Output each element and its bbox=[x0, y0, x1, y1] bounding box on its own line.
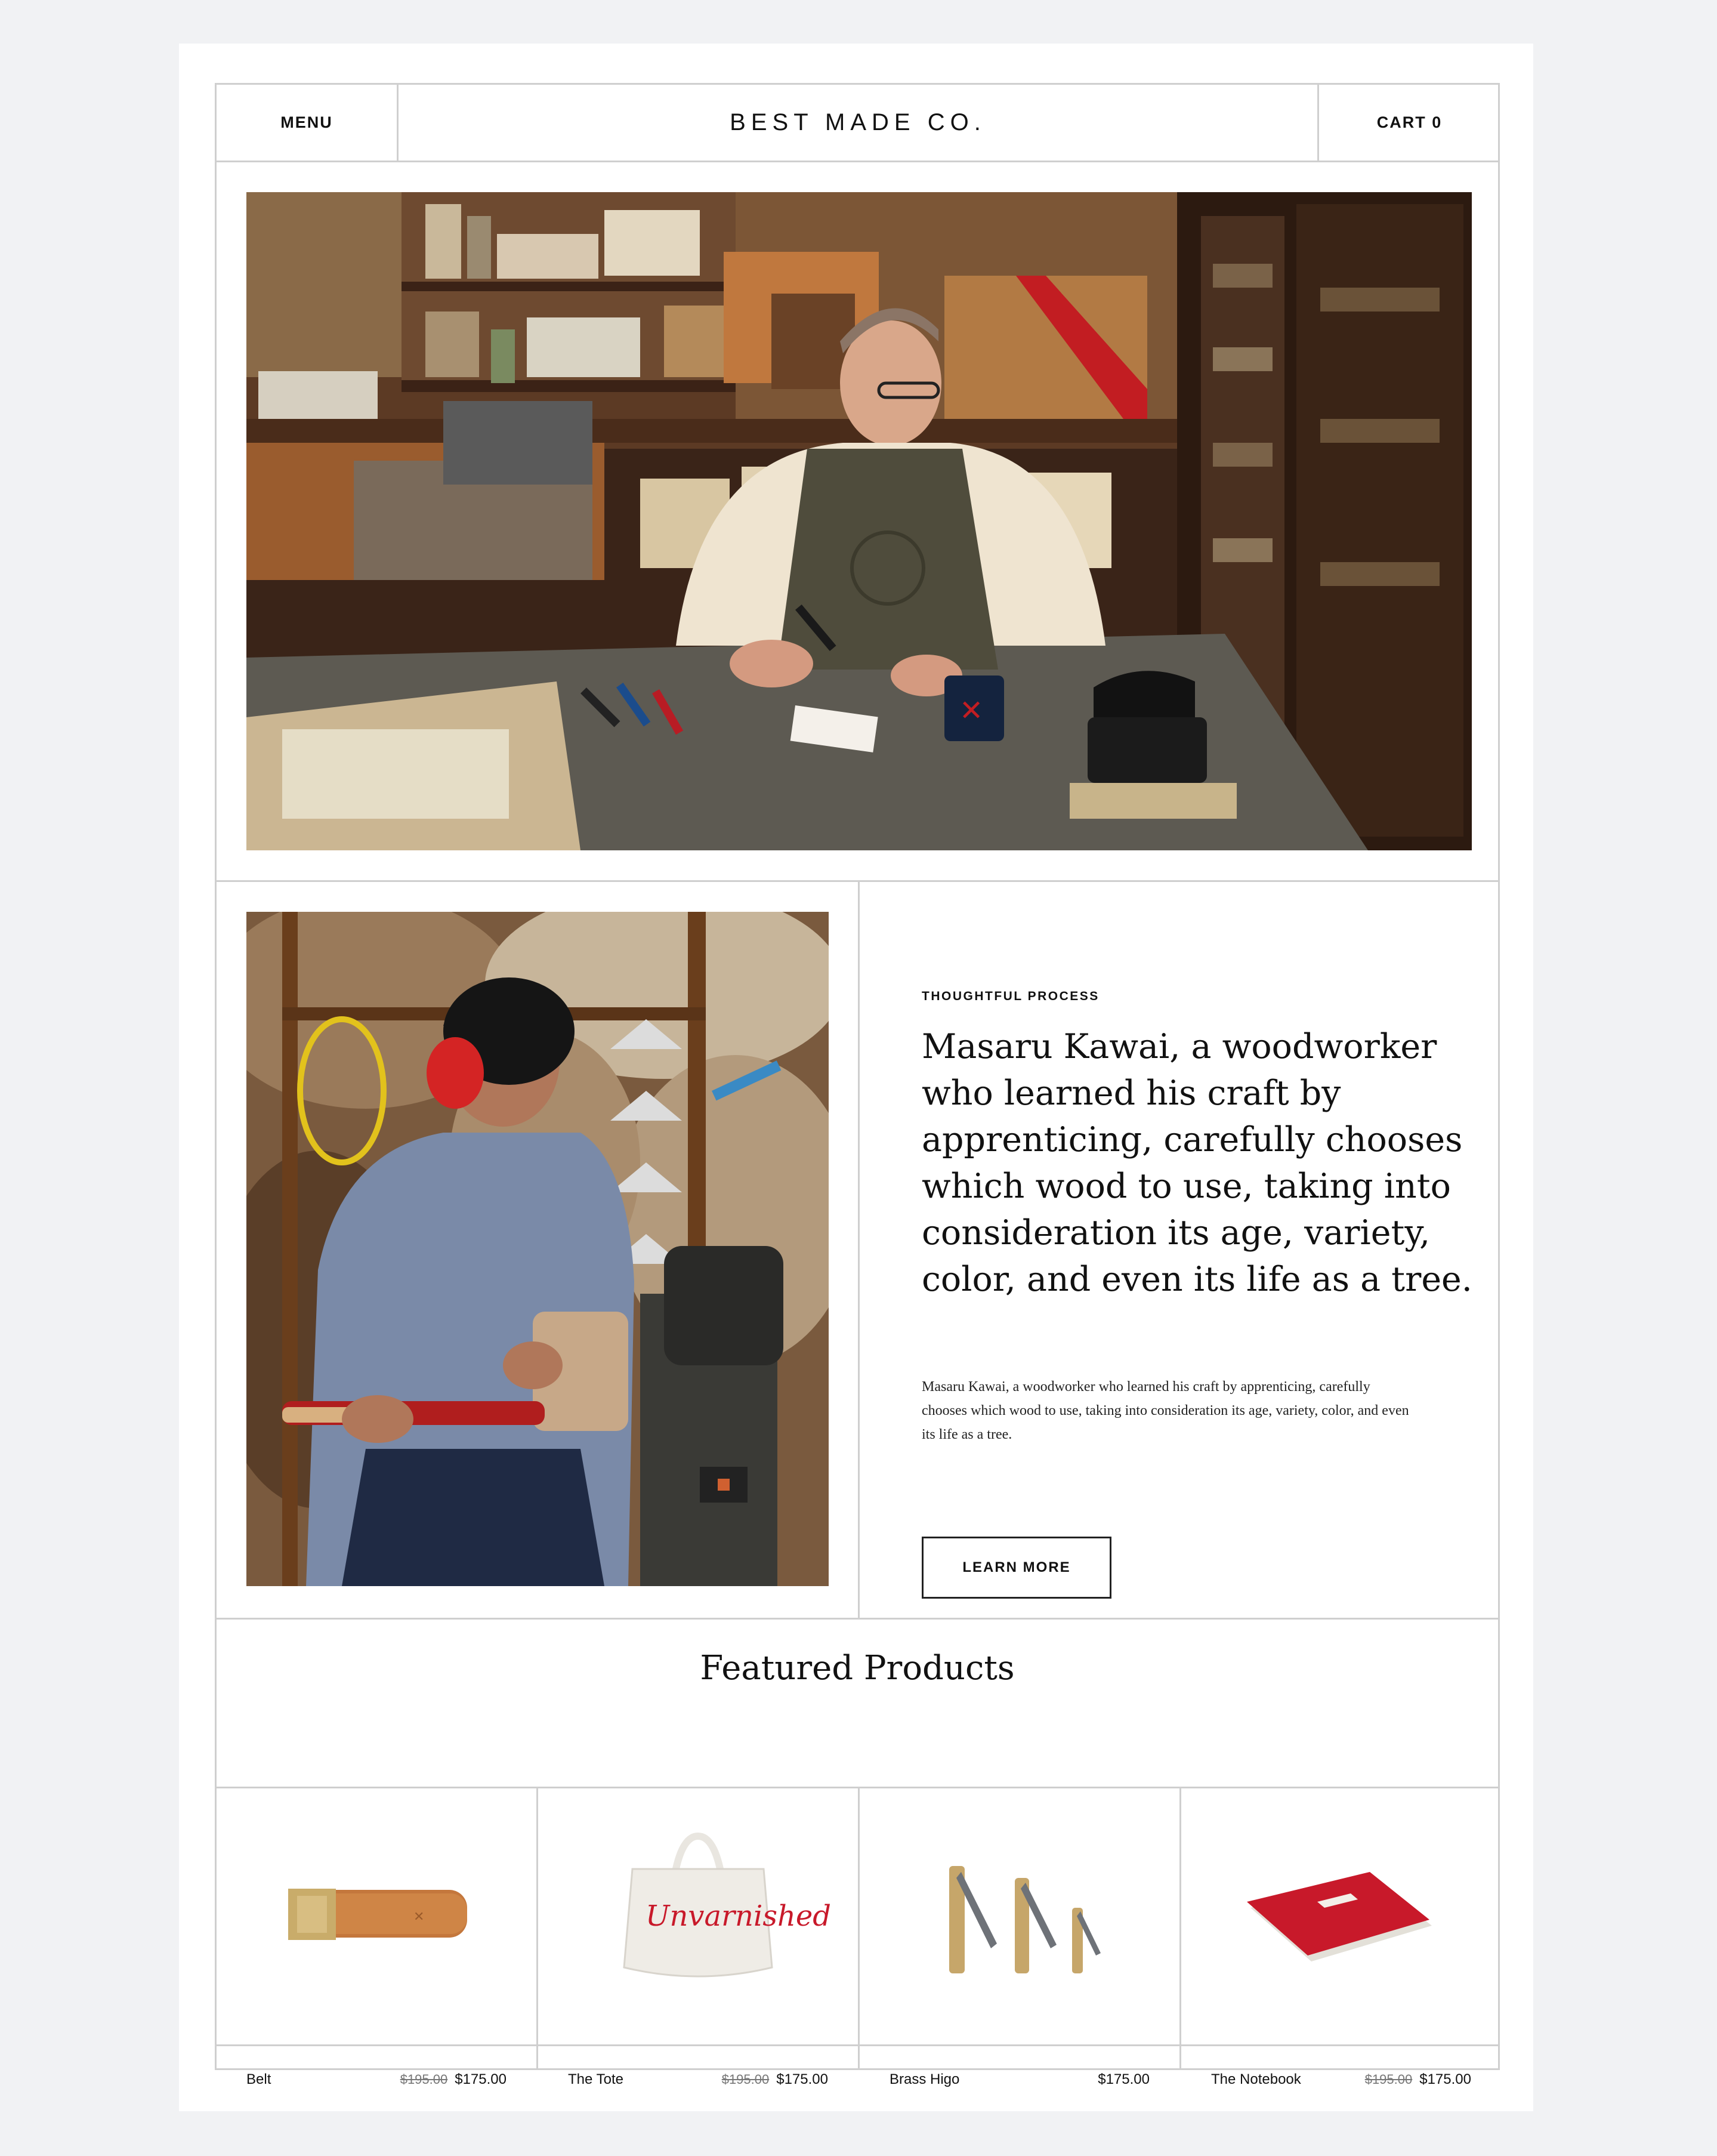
story-headline: Masaru Kawai, a woodworker who learned h… bbox=[922, 1027, 1472, 1299]
product-card-belt[interactable]: ✕ Belt $195.00 $175.00 bbox=[217, 1788, 536, 2112]
product-name: Brass Higo bbox=[890, 2071, 960, 2087]
product-price: $175.00 bbox=[1091, 2071, 1150, 2088]
product-name: The Tote bbox=[568, 2071, 623, 2087]
menu-button[interactable]: MENU bbox=[217, 85, 397, 161]
product-info-tote: The Tote $195.00 $175.00 bbox=[538, 2047, 858, 2112]
content-frame: MENU BEST MADE CO. CART 0 ✕ THOUGHTFUL P… bbox=[215, 83, 1500, 2087]
brand-logo[interactable]: BEST MADE CO. bbox=[399, 85, 1317, 161]
svg-text:✕: ✕ bbox=[959, 694, 983, 727]
learn-more-button[interactable]: LEARN MORE bbox=[922, 1537, 1111, 1599]
story-image bbox=[246, 912, 829, 1586]
story-divider bbox=[858, 882, 860, 1618]
menu-label: MENU bbox=[280, 113, 333, 131]
product-name: The Notebook bbox=[1211, 2071, 1301, 2087]
product-old-price: $195.00 bbox=[400, 2072, 448, 2087]
page-card: MENU BEST MADE CO. CART 0 ✕ THOUGHTFUL P… bbox=[179, 44, 1533, 2111]
product-info-belt: Belt $195.00 $175.00 bbox=[217, 2047, 536, 2112]
cart-label: CART 0 bbox=[1376, 113, 1443, 131]
product-card-tote[interactable]: Unvarnished The Tote $195.00 $175.00 bbox=[538, 1788, 858, 2112]
product-info-brass-higo: Brass Higo $175.00 bbox=[860, 2047, 1179, 2112]
cart-button[interactable]: CART 0 bbox=[1319, 85, 1500, 161]
product-image-tote: Unvarnished bbox=[538, 1788, 858, 2044]
tote-script: Unvarnished bbox=[646, 1899, 831, 1933]
product-sale-price: $175.00 bbox=[1419, 2071, 1471, 2087]
product-sale-price: $175.00 bbox=[776, 2071, 828, 2087]
brand-name: BEST MADE CO. bbox=[730, 109, 986, 135]
story-eyebrow: THOUGHTFUL PROCESS bbox=[922, 989, 1100, 1003]
product-old-price: $195.00 bbox=[721, 2072, 770, 2087]
hero-bottom-rule bbox=[217, 880, 1498, 882]
product-price: $195.00 $175.00 bbox=[1358, 2071, 1471, 2088]
product-sale-price: $175.00 bbox=[1098, 2071, 1150, 2087]
header-bottom-rule bbox=[217, 161, 1498, 162]
story-bottom-rule bbox=[217, 1618, 1498, 1620]
product-sale-price: $175.00 bbox=[455, 2071, 507, 2087]
featured-products-title: Featured Products bbox=[700, 1649, 1015, 1688]
product-image-belt: ✕ bbox=[217, 1788, 536, 2044]
product-price: $195.00 $175.00 bbox=[715, 2071, 828, 2088]
product-name: Belt bbox=[246, 2071, 271, 2087]
hero-image: ✕ bbox=[246, 192, 1472, 850]
product-card-brass-higo[interactable]: Brass Higo $175.00 bbox=[860, 1788, 1179, 2112]
product-card-notebook[interactable]: The Notebook $195.00 $175.00 bbox=[1181, 1788, 1501, 2112]
product-image-notebook bbox=[1181, 1788, 1501, 2044]
product-price: $195.00 $175.00 bbox=[393, 2071, 507, 2088]
svg-text:✕: ✕ bbox=[413, 1910, 424, 1924]
product-info-notebook: The Notebook $195.00 $175.00 bbox=[1181, 2047, 1501, 2112]
product-old-price: $195.00 bbox=[1364, 2072, 1413, 2087]
product-image-brass-higo bbox=[860, 1788, 1179, 2044]
story-body: Masaru Kawai, a woodworker who learned h… bbox=[922, 1379, 1409, 1442]
